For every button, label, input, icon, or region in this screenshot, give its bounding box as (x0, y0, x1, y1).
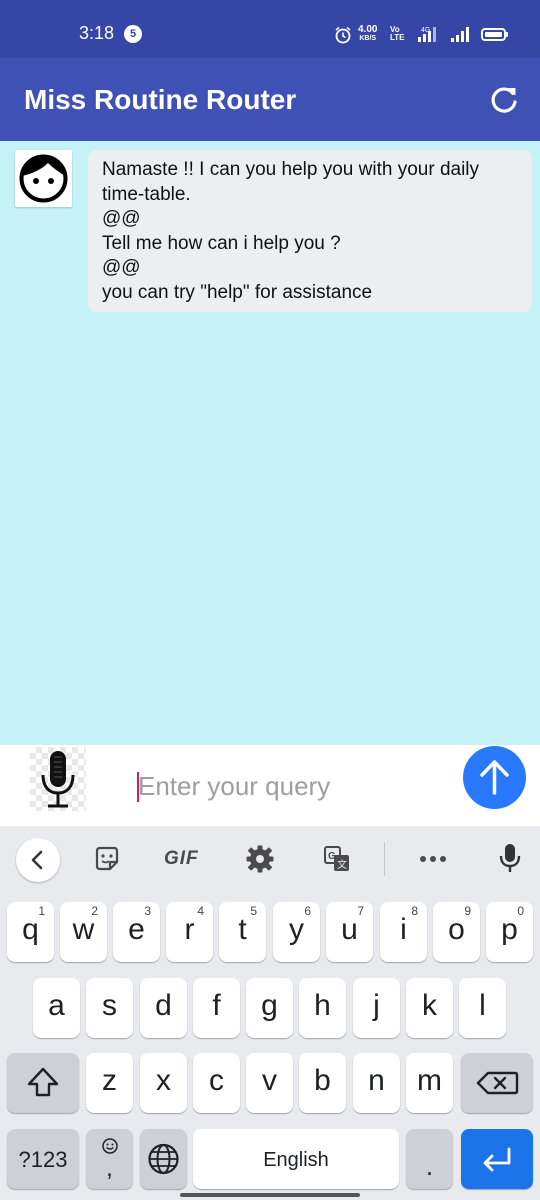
alarm-icon (335, 26, 351, 44)
battery-icon (481, 28, 506, 41)
keyboard-collapse-button[interactable] (16, 838, 60, 882)
face-icon (19, 154, 68, 203)
key-s[interactable]: s (86, 978, 133, 1038)
backspace-key[interactable] (461, 1053, 533, 1113)
sticker-icon[interactable] (93, 845, 121, 873)
key-g[interactable]: g (246, 978, 293, 1038)
key-i[interactable]: 8i (380, 902, 427, 962)
key-r[interactable]: 4r (166, 902, 213, 962)
key-u[interactable]: 7u (326, 902, 373, 962)
bot-message-bubble: Namaste !! I can you help you with your … (88, 150, 532, 312)
volte-indicator: Vo LTE (390, 25, 405, 42)
signal-strength-icon: 4G (418, 27, 436, 42)
globe-icon (148, 1143, 179, 1175)
refresh-icon[interactable] (487, 84, 521, 118)
key-p[interactable]: 0p (486, 902, 533, 962)
enter-icon (483, 1147, 511, 1172)
notification-badge: 5 (124, 25, 142, 43)
message-line: @@ (102, 257, 141, 278)
navigation-handle[interactable] (180, 1193, 360, 1197)
backspace-icon (476, 1071, 519, 1095)
send-button[interactable] (463, 746, 526, 809)
key-c[interactable]: c (193, 1053, 240, 1113)
key-b[interactable]: b (299, 1053, 346, 1113)
language-key[interactable] (140, 1129, 187, 1189)
more-icon[interactable] (418, 850, 448, 868)
key-f[interactable]: f (193, 978, 240, 1038)
translate-icon[interactable]: G 文 (323, 845, 351, 873)
keyboard-mic-icon[interactable] (497, 842, 523, 874)
key-t[interactable]: 5t (219, 902, 266, 962)
voice-input-button[interactable] (30, 747, 86, 811)
message-line: time-table. (102, 183, 191, 205)
comma-key[interactable]: , (86, 1129, 133, 1189)
key-j[interactable]: j (353, 978, 400, 1038)
query-input[interactable] (138, 766, 448, 806)
status-time: 3:18 (79, 23, 115, 43)
key-n[interactable]: n (353, 1053, 400, 1113)
net-speed: 4.00 KB/S (358, 24, 378, 43)
bot-avatar (15, 150, 72, 207)
key-h[interactable]: h (299, 978, 346, 1038)
arrow-up-icon (480, 760, 509, 795)
key-o[interactable]: 9o (433, 902, 480, 962)
signal-strength-2-icon (451, 27, 469, 42)
chevron-left-icon (31, 850, 43, 870)
message-line: Tell me how can i help you ? (102, 232, 341, 254)
svg-text:文: 文 (337, 858, 347, 871)
shift-icon (27, 1067, 59, 1097)
key-q[interactable]: 1q (7, 902, 54, 962)
message-line: Namaste !! I can you help you with your … (102, 159, 480, 180)
settings-icon[interactable] (246, 845, 274, 873)
svg-text:G: G (328, 851, 336, 862)
period-key[interactable]: . (406, 1129, 453, 1189)
shift-key[interactable] (7, 1053, 79, 1113)
key-a[interactable]: a (33, 978, 80, 1038)
app-bar: Miss Routine Router (0, 58, 540, 141)
message-line: you can try "help" for assistance (102, 281, 373, 303)
key-l[interactable]: l (459, 978, 506, 1038)
toolbar-divider (384, 842, 385, 876)
emoji-icon (102, 1138, 118, 1154)
key-z[interactable]: z (86, 1053, 133, 1113)
symbols-key[interactable]: ?123 (7, 1129, 79, 1189)
space-key[interactable]: English (193, 1129, 399, 1189)
app-title: Miss Routine Router (24, 84, 297, 115)
battery-tip (506, 32, 508, 37)
key-k[interactable]: k (406, 978, 453, 1038)
key-v[interactable]: v (246, 1053, 293, 1113)
microphone-icon (41, 751, 75, 808)
status-bar: 3:18 5 4.00 KB/S Vo LTE 4G (0, 0, 540, 58)
key-m[interactable]: m (406, 1053, 453, 1113)
key-y[interactable]: 6y (273, 902, 320, 962)
enter-key[interactable] (461, 1129, 533, 1189)
key-w[interactable]: 2w (60, 902, 107, 962)
message-line: @@ (102, 208, 141, 229)
gif-button[interactable]: GIF (164, 848, 199, 870)
key-e[interactable]: 3e (113, 902, 160, 962)
key-d[interactable]: d (140, 978, 187, 1038)
key-x[interactable]: x (140, 1053, 187, 1113)
